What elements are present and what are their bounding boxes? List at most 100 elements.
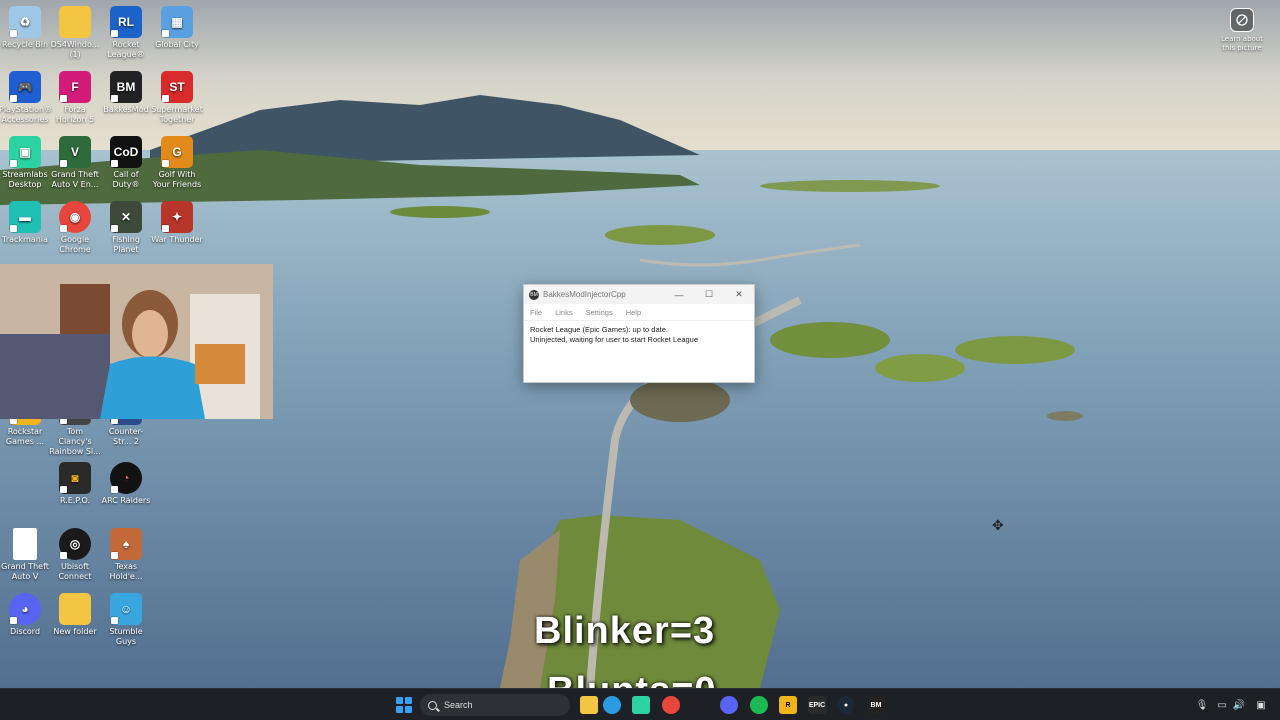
taskbar-edge-icon[interactable] [603,696,621,714]
desktop-icon-label: Call of Duty® [112,170,140,189]
desktop-icon-label: Trackmania [2,235,48,244]
trackmania-icon: ▬ [9,201,41,233]
fishing-planet-icon: ✕ [110,201,142,233]
desktop-icon-trackmania[interactable]: ▬ Trackmania [0,201,51,245]
notification-icon[interactable]: ▣ [1254,698,1268,712]
desktop-icon-bakkesmod[interactable]: BM BakkesMod [100,71,152,115]
taskbar-chrome-icon[interactable] [662,696,680,714]
camera-icon [1230,8,1254,32]
window-titlebar[interactable]: BM BakkesModInjectorCpp — ☐ ✕ [524,285,754,304]
desktop-icon-label: Grand Theft Auto V [1,562,49,581]
search-label: Search [444,700,473,710]
repo-icon: ◙ [59,462,91,494]
learn-about-label: Learn about this picture [1221,35,1263,52]
taskbar-epic-games-icon[interactable]: EPIC [808,696,826,714]
war-thunder-icon: ✦ [161,201,193,233]
desktop-icon-label: Forza Horizon 5 [55,105,95,124]
desktop-icon-label: ARC Raiders [101,496,151,505]
desktop-icon-label: Discord [9,627,41,636]
menu-file[interactable]: File [530,308,542,317]
network-icon[interactable]: ▭ [1215,698,1229,712]
close-button[interactable]: ✕ [724,285,754,304]
rocket-league-icon: RL [110,6,142,38]
desktop-icon-call-of-duty[interactable]: CoD Call of Duty® [100,136,152,190]
desktop-icon-recycle-bin[interactable]: ♻ Recycle Bin [0,6,51,50]
recycle-bin-icon: ♻ [9,6,41,38]
taskbar-search[interactable]: Search [420,694,570,716]
ubisoft-icon: ◎ [59,528,91,560]
folder-icon [59,6,91,38]
taskbar-rockstar-icon[interactable]: R [779,696,797,714]
maximize-icon: ☐ [704,289,714,299]
forza-icon: F [59,71,91,103]
desktop-icon-label: Tom Clancy's Rainbow Si... [49,427,101,456]
desktop-icon-stumble-guys[interactable]: ☺ Stumble Guys [100,593,152,647]
move-cursor-icon: ✥ [992,518,1004,534]
desktop-icon-arc-raiders[interactable]: ◔ ARC Raiders [100,462,152,506]
maximize-button[interactable]: ☐ [694,285,724,304]
desktop-icon-new-folder[interactable]: New folder [49,593,101,637]
desktop-icon-golf[interactable]: G Golf With Your Friends [151,136,203,190]
desktop-icon-label: Streamlabs Desktop [2,170,48,189]
playstation-icon: 🎮 [9,71,41,103]
search-icon [428,700,437,710]
desktop-icon-ds4windows[interactable]: DS4Windo... (1) [49,6,101,60]
menu-links[interactable]: Links [555,308,573,317]
texas-holdem-icon: ♠ [110,528,142,560]
desktop-icon-streamlabs[interactable]: ▣ Streamlabs Desktop [0,136,51,190]
menu-settings[interactable]: Settings [586,308,613,317]
taskbar-bakkesmod-icon[interactable]: BM [867,696,885,714]
desktop-icon-chrome[interactable]: ◉ Google Chrome [49,201,101,255]
stumble-guys-icon: ☺ [110,593,142,625]
taskbar-spotify-icon[interactable] [750,696,768,714]
taskbar: Search R EPIC ● BM 🎙 ▭ 🔊 ▣ [0,688,1280,720]
desktop-icon-label: PlayStation® Accessories [0,105,53,124]
webcam-overlay [0,264,273,419]
overlay-caption-blinker: Blinker=3 [534,610,716,652]
window-title: BakkesModInjectorCpp [543,290,626,299]
golf-icon: G [161,136,193,168]
desktop-icon-label: Golf With Your Friends [152,170,202,189]
menu-help[interactable]: Help [626,308,641,317]
desktop-icon-rocket-league[interactable]: RL Rocket League® [100,6,152,60]
desktop-icon-gta-file[interactable]: Grand Theft Auto V [0,528,51,582]
taskbar-streamlabs-icon[interactable] [632,696,650,714]
taskbar-file-explorer-icon[interactable] [580,696,598,714]
start-button[interactable] [396,697,412,713]
minimize-icon: — [674,289,684,300]
desktop-icon-label: R.E.P.O. [59,496,91,505]
volume-icon[interactable]: 🔊 [1232,698,1246,712]
minimize-button[interactable]: — [664,285,694,304]
desktop-icon-ubisoft[interactable]: ◎ Ubisoft Connect [49,528,101,582]
bakkesmod-icon: BM [529,289,539,300]
learn-about-picture-button[interactable]: Learn about this picture [1214,8,1270,53]
desktop-icon-label: War Thunder [151,235,203,244]
taskbar-discord-icon[interactable] [720,696,738,714]
desktop-icon-label: Counter-Str... 2 [108,427,144,446]
desktop-icon-label: BakkesMod [103,105,149,114]
bakkesmod-icon: BM [110,71,142,103]
close-icon: ✕ [735,289,743,299]
supermarket-icon: ST [161,71,193,103]
status-panel: Rocket League (Epic Games): up to date. … [524,320,754,382]
desktop-icon-texas-holdem[interactable]: ♠ Texas Hold'e... [100,528,152,582]
microphone-icon[interactable]: 🎙 [1195,698,1209,712]
desktop-icon-global-city[interactable]: ▦ Global City [151,6,203,50]
desktop-icon-repo[interactable]: ◙ R.E.P.O. [49,462,101,506]
desktop-icon-fishing-planet[interactable]: ✕ Fishing Planet [100,201,152,255]
desktop-icon-gta-enhanced[interactable]: V Grand Theft Auto V En... [49,136,101,190]
desktop-icon-label: Grand Theft Auto V En... [51,170,99,189]
desktop-icon-discord[interactable]: ◕ Discord [0,593,51,637]
status-line-update: Rocket League (Epic Games): up to date. [530,325,668,334]
cod-icon: CoD [110,136,142,168]
desktop-icon-forza[interactable]: F Forza Horizon 5 [49,71,101,125]
file-icon [13,528,37,560]
global-city-icon: ▦ [161,6,193,38]
desktop-icon-war-thunder[interactable]: ✦ War Thunder [151,201,203,245]
discord-icon: ◕ [9,593,41,625]
taskbar-steam-icon[interactable]: ● [837,696,855,714]
status-line-injection: Uninjected, waiting for user to start Ro… [530,334,699,344]
desktop-icon-label: Supermarket Together [151,105,203,124]
desktop-icon-playstation[interactable]: 🎮 PlayStation® Accessories [0,71,53,125]
desktop-icon-supermarket[interactable]: ST Supermarket Together [151,71,203,125]
